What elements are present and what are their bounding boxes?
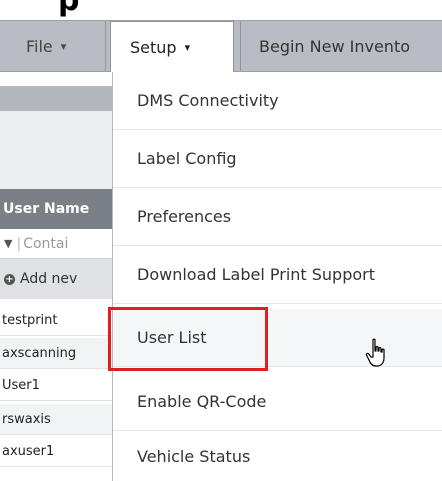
begin-new-inventory-button[interactable]: Begin New Invento — [240, 21, 442, 71]
grid-toolbar-area — [0, 111, 112, 189]
menu-item-label: Enable QR-Code — [137, 392, 267, 411]
toolbar-band — [0, 86, 112, 111]
hand-pointer-cursor-icon — [365, 338, 385, 367]
column-header-label: User Name — [3, 201, 90, 217]
menu-item-enable-qr-code[interactable]: Enable QR-Code — [113, 373, 442, 431]
setup-dropdown-menu: DMS Connectivity Label Config Preference… — [112, 72, 442, 481]
setup-menu-label: Setup — [130, 37, 177, 57]
filter-row[interactable]: ▼ | Contai — [0, 229, 112, 259]
menu-item-user-list[interactable]: User List — [113, 309, 442, 367]
window-title-strip: p — [0, 0, 442, 20]
menu-item-label: DMS Connectivity — [137, 91, 279, 110]
menu-item-label: Vehicle Status — [137, 446, 251, 466]
add-circle-icon: + — [4, 273, 15, 285]
begin-new-inventory-label: Begin New Invento — [259, 36, 411, 56]
setup-menu-button[interactable]: Setup ▾ — [110, 21, 234, 72]
caret-down-icon: ▾ — [184, 40, 191, 54]
table-row[interactable]: rswaxis — [0, 404, 112, 435]
menu-item-dms-connectivity[interactable]: DMS Connectivity — [113, 72, 442, 130]
user-name-cell: rswaxis — [2, 411, 51, 427]
menu-item-label: Label Config — [137, 149, 237, 168]
table-row[interactable]: User1 — [0, 370, 112, 401]
filter-funnel-icon[interactable]: ▼ — [4, 237, 12, 250]
caret-down-icon: ▾ — [60, 39, 67, 53]
menu-item-preferences[interactable]: Preferences — [113, 188, 442, 246]
menu-item-label: User List — [137, 328, 207, 347]
file-menu-button[interactable]: File ▾ — [0, 21, 106, 71]
menu-item-vehicle-status[interactable]: Vehicle Status — [113, 431, 442, 481]
user-name-cell: User1 — [2, 377, 40, 393]
menu-item-label: Download Label Print Support — [137, 265, 376, 284]
file-menu-label: File — [26, 36, 53, 56]
top-navbar: File ▾ Setup ▾ Begin New Invento — [0, 20, 442, 72]
table-row[interactable]: axuser1 — [0, 436, 112, 467]
window-title: p — [58, 0, 80, 18]
user-name-cell: testprint — [2, 312, 58, 328]
menu-item-label-config[interactable]: Label Config — [113, 130, 442, 188]
filter-separator: | — [16, 235, 22, 252]
filter-input[interactable]: Contai — [23, 236, 68, 252]
menu-item-download-label-print-support[interactable]: Download Label Print Support — [113, 246, 442, 304]
column-header-user-name[interactable]: User Name — [0, 189, 112, 229]
add-new-label: Add nev — [20, 271, 78, 287]
menu-item-label: Preferences — [137, 207, 232, 226]
user-name-cell: axuser1 — [2, 443, 55, 459]
add-new-record-button[interactable]: + Add nev — [0, 259, 112, 299]
table-row[interactable]: testprint — [0, 305, 112, 336]
table-row[interactable]: axscanning — [0, 338, 112, 369]
user-name-cell: axscanning — [2, 345, 77, 361]
